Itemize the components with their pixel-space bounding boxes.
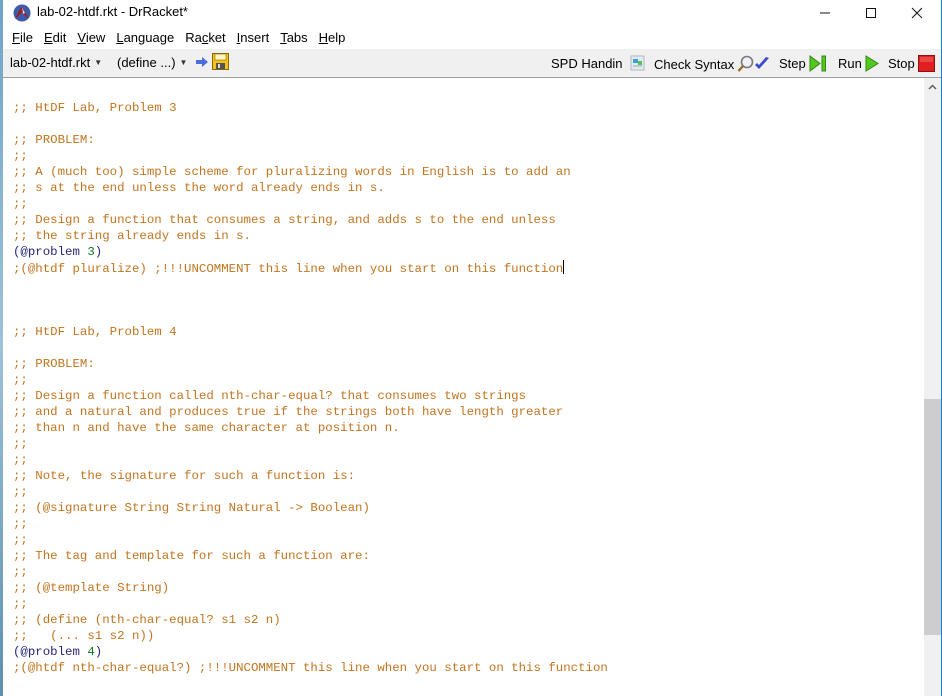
menu-edit[interactable]: Edit [44,27,66,48]
code-line: ;; [13,517,28,531]
code-line: ;; PROBLEM: [13,357,95,371]
step-label: Step [779,56,806,71]
scroll-thumb[interactable] [924,399,941,635]
menu-racket[interactable]: Racket [185,27,225,48]
save-button[interactable] [195,53,229,70]
number-token: 3 [87,245,95,259]
menu-help[interactable]: Help [319,27,346,48]
menu-insert[interactable]: Insert [237,27,270,48]
keyword-token: (@problem [13,645,88,659]
code-line: ;; Design a function that consumes a str… [13,213,556,227]
code-line: ;; (@template String) [13,581,170,595]
code-line: ;; [13,197,28,211]
code-line: ;; HtDF Lab, Problem 3 [13,101,177,115]
define-dropdown-label: (define ...) [117,55,176,70]
check-syntax-button[interactable]: Check Syntax [654,55,770,73]
check-syntax-label: Check Syntax [654,56,735,72]
definitions-editor[interactable]: ;; HtDF Lab, Problem 3 ;; PROBLEM:;; ;; A … [3,78,923,696]
code-line: ;; PROBLEM: [13,133,95,147]
code-line: (@problem 3) [13,244,608,260]
scroll-up-button[interactable] [924,80,941,94]
code-line: ;; HtDF Lab, Problem 4 [13,325,177,339]
define-dropdown[interactable]: (define ...) ▼ [117,55,187,70]
code-line: ;(@htdf pluralize) ;!!!UNCOMMENT this li… [13,260,565,276]
code-line: ;; The tag and template for such a funct… [13,549,370,563]
code-line: ;; [13,533,28,547]
text-cursor [563,260,565,274]
code-line: ;; Design a function called nth-char-equ… [13,389,527,403]
magnifier-icon [737,55,754,72]
code-line: ;; (@signature String String Natural -> … [13,501,370,515]
handin-icon [630,55,645,71]
step-button[interactable]: Step [779,55,827,72]
title-bar: lab-02-htdf.rkt - DrRacket* [3,0,941,26]
play-icon [865,55,879,72]
minimize-icon [820,12,830,14]
step-icon [809,55,826,72]
menu-view[interactable]: View [77,27,105,48]
vertical-scrollbar[interactable] [924,78,941,696]
code-line: ;; [13,485,28,499]
maximize-icon [866,8,876,18]
paren-token: ) [94,645,103,659]
file-dropdown[interactable]: lab-02-htdf.rkt ▼ [10,55,102,70]
close-button[interactable] [894,0,940,26]
code-line: ;; [13,597,28,611]
code-line: ;; [13,149,28,163]
menu-language[interactable]: Language [116,27,174,48]
minimize-button[interactable] [802,0,848,26]
code-line: ;; (define (nth-char-equal? s1 s2 n) [13,613,281,627]
window-title: lab-02-htdf.rkt - DrRacket* [37,4,188,19]
arrow-right-icon [196,56,208,67]
code-line: ;; [13,453,28,467]
paren-token: ) [94,245,103,259]
run-label: Run [838,56,862,71]
code-line: ;(@htdf nth-char-equal?) ;!!!UNCOMMENT t… [13,661,608,675]
code-line: ;; [13,373,28,387]
code-text[interactable]: ;; HtDF Lab, Problem 3 ;; PROBLEM:;; ;; A … [13,100,608,676]
stop-icon [917,55,935,72]
chevron-up-icon [928,84,937,90]
chevron-down-icon: ▼ [94,58,103,67]
stop-label: Stop [888,56,915,71]
close-icon [911,7,923,19]
code-line: ;; than n and have the same character at… [13,421,400,435]
menu-file[interactable]: File [12,27,33,48]
code-line: ;; and a natural and produces true if th… [13,405,564,419]
code-line: ;; A (much too) simple scheme for plural… [13,165,571,179]
file-dropdown-label: lab-02-htdf.rkt [10,55,91,70]
maximize-button[interactable] [848,0,894,26]
code-line: ;; s at the end unless the word already … [13,181,385,195]
checkmark-icon [755,57,770,69]
keyword-token: (@problem [13,245,88,259]
stop-button[interactable]: Stop [888,55,935,72]
code-line: (@problem 4) [13,644,608,660]
code-line: ;; [13,437,28,451]
chevron-down-icon: ▼ [179,58,188,67]
code-line: ;; [13,565,28,579]
spd-handin-button[interactable]: SPD Handin [551,55,647,71]
number-token: 4 [87,645,95,659]
run-button[interactable]: Run [838,55,879,72]
menu-tabs[interactable]: Tabs [280,27,307,48]
save-disk-icon [212,53,229,70]
code-line: ;; the string already ends in s. [13,229,251,243]
toolbar: lab-02-htdf.rkt ▼ (define ...) ▼ SPD Han… [3,49,941,78]
code-line: ;; Note, the signature for such a functi… [13,469,356,483]
menu-bar: File Edit View Language Racket Insert Tabs Help [3,27,941,48]
racket-logo-icon [13,4,31,22]
spd-handin-label: SPD Handin [551,55,623,71]
code-line: ;; (... s1 s2 n)) [13,629,155,643]
